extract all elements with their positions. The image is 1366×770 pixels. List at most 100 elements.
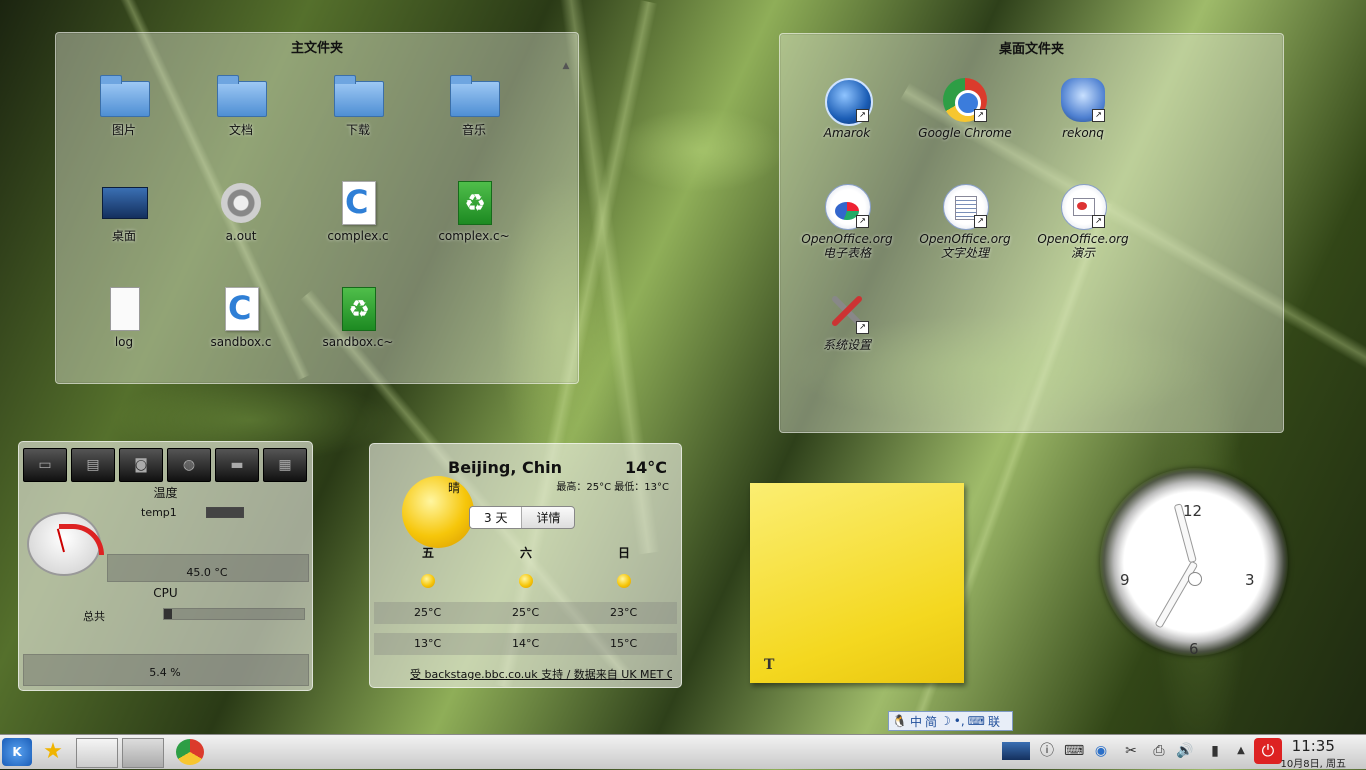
sunny-icon: [421, 574, 435, 588]
c-source-icon: C: [217, 285, 265, 333]
input-method-bar[interactable]: 🐧 中 简 ☽ •, ⌨ 联: [888, 711, 1013, 731]
desktop-show-icon[interactable]: [1002, 742, 1030, 760]
folder-downloads[interactable]: 下载: [303, 73, 413, 137]
terminal-icon[interactable]: ▬: [215, 448, 259, 482]
favorites-star-icon[interactable]: ★: [38, 738, 68, 766]
forecast-day: 六: [520, 546, 533, 560]
printer-icon[interactable]: ⎙: [1150, 742, 1168, 760]
app-amarok[interactable]: ↗ Amarok: [792, 76, 902, 140]
forecast-low: 13°C: [414, 637, 442, 650]
app-openoffice-calc[interactable]: ↗ OpenOffice.org 电子表格: [792, 182, 902, 260]
analog-clock[interactable]: 12 3 6 9: [1100, 468, 1288, 658]
app-rekonq[interactable]: ↗ rekonq: [1028, 76, 1138, 140]
network-globe-icon[interactable]: ◍: [167, 448, 211, 482]
item-label: 音乐: [461, 123, 486, 137]
network-icon[interactable]: ◉: [1092, 742, 1110, 760]
item-label: complex.c: [327, 229, 389, 243]
sticky-note[interactable]: T: [750, 483, 964, 683]
executable-gear-icon: [217, 179, 265, 227]
app-google-chrome[interactable]: ↗ Google Chrome: [910, 76, 1020, 140]
file-sandbox-c[interactable]: C sandbox.c: [186, 285, 296, 349]
chrome-task-icon[interactable]: [176, 739, 204, 765]
file-complex-c[interactable]: C complex.c: [303, 179, 413, 243]
battery-icon[interactable]: ▭: [23, 448, 67, 482]
app-openoffice-impress[interactable]: ↗ OpenOffice.org 演示: [1028, 182, 1138, 260]
punctuation-icon[interactable]: •,: [954, 714, 965, 728]
tux-icon[interactable]: 🐧: [892, 714, 907, 728]
info-icon[interactable]: ⓘ: [1038, 742, 1056, 760]
link-arrow-icon: ↗: [974, 109, 987, 122]
cpu-value: 5.4 %: [149, 666, 181, 679]
file-a-out[interactable]: a.out: [186, 179, 296, 243]
clock-time: 11:35: [1291, 737, 1335, 755]
folder-music[interactable]: 音乐: [419, 73, 529, 137]
chrome-icon: ↗: [941, 76, 989, 124]
cpu-usage-bar: [163, 608, 305, 620]
digital-clock[interactable]: 11:35 10月8日, 周五: [1281, 737, 1346, 770]
file-log[interactable]: log: [69, 285, 179, 349]
weather-condition: 晴: [448, 481, 461, 495]
item-label: OpenOffice.org: [801, 232, 893, 246]
folder-icon: [100, 73, 150, 121]
system-monitor-widget[interactable]: ▭ ▤ ◙ ◍ ▬ ▦ 温度 temp1 45.0 °C CPU 总共 5.4 …: [18, 441, 313, 691]
app-openoffice-writer[interactable]: ↗ OpenOffice.org 文字处理: [910, 182, 1020, 260]
tab-details[interactable]: 详情: [522, 507, 574, 528]
ime-language[interactable]: 中: [910, 713, 922, 730]
cpu-total-label: 总共: [83, 610, 105, 623]
file-sandbox-c-backup[interactable]: ♻ sandbox.c~: [303, 285, 413, 349]
clock-numeral: 3: [1245, 571, 1255, 589]
sunny-icon: [617, 574, 631, 588]
cpu-chip-icon[interactable]: ▦: [263, 448, 307, 482]
link-arrow-icon: ↗: [974, 215, 987, 228]
moon-icon[interactable]: ☽: [940, 714, 951, 728]
hardware-info-icon[interactable]: ◙: [119, 448, 163, 482]
text-format-icon[interactable]: T: [764, 657, 774, 673]
ime-end[interactable]: 联: [988, 713, 1000, 730]
weather-credit-link[interactable]: 受 backstage.bbc.co.uk 支持 / 数据来自 UK MET O…: [410, 666, 672, 682]
sensor-label: temp1: [141, 506, 177, 519]
keyboard-icon[interactable]: ⌨: [1064, 742, 1084, 760]
power-button-icon[interactable]: ⏻: [1254, 738, 1282, 764]
item-label: 下载: [345, 123, 370, 137]
ime-mode[interactable]: 简: [925, 713, 937, 730]
sunny-icon: [519, 574, 533, 588]
tray-expand-icon[interactable]: ▲: [1232, 742, 1250, 760]
folder-desktop[interactable]: 桌面: [69, 179, 179, 243]
keyboard-icon[interactable]: ⌨: [968, 714, 985, 728]
app-system-settings[interactable]: ↗ 系统设置: [792, 288, 902, 352]
sun-icon: [402, 476, 474, 548]
weather-view-tabs: 3 天 详情: [469, 506, 576, 529]
tab-three-days[interactable]: 3 天: [470, 507, 523, 528]
item-label: rekonq: [1062, 126, 1104, 140]
sticky-note-text[interactable]: [760, 493, 954, 653]
virtual-desktop-2[interactable]: [122, 738, 164, 768]
file-complex-c-backup[interactable]: ♻ complex.c~: [419, 179, 529, 243]
hard-disk-icon[interactable]: ▤: [71, 448, 115, 482]
home-folder-view[interactable]: 主文件夹 图片 文档 下载 音乐 桌面 a.out C complex.c ♻ …: [55, 32, 579, 384]
monitor-tabs: ▭ ▤ ◙ ◍ ▬ ▦: [23, 448, 307, 482]
klipper-scissors-icon[interactable]: ✂: [1122, 742, 1140, 760]
kde-menu-icon[interactable]: K: [2, 738, 32, 766]
home-folder-scrollbar[interactable]: ▲: [560, 61, 572, 359]
item-sublabel: 电子表格: [822, 246, 871, 260]
c-source-icon: C: [334, 179, 382, 227]
desktop-folder-icon: [100, 179, 148, 227]
link-arrow-icon: ↗: [856, 109, 869, 122]
scroll-up-icon[interactable]: ▲: [560, 61, 572, 71]
item-label: 文档: [228, 123, 253, 137]
folder-documents[interactable]: 文档: [186, 73, 296, 137]
volume-icon[interactable]: 🔊: [1176, 742, 1194, 760]
folder-pictures[interactable]: 图片: [69, 73, 179, 137]
virtual-desktop-1[interactable]: [76, 738, 118, 768]
system-settings-icon: ↗: [823, 288, 871, 336]
clock-minute-hand: [1154, 560, 1199, 629]
desktop-folder-view[interactable]: 桌面文件夹 ↗ Amarok ↗ Google Chrome ↗ rekonq …: [779, 33, 1284, 433]
folder-icon: [217, 73, 267, 121]
item-label: OpenOffice.org: [919, 232, 1011, 246]
item-label: Amarok: [823, 126, 871, 140]
clock-center: [1188, 572, 1202, 586]
link-arrow-icon: ↗: [1092, 215, 1105, 228]
device-notifier-icon[interactable]: ▮: [1206, 742, 1224, 760]
forecast-high: 25°C: [512, 606, 540, 619]
weather-widget[interactable]: Beijing, Chin 14°C 晴 最高：25°C 最低：13°C 3 天…: [369, 443, 682, 688]
